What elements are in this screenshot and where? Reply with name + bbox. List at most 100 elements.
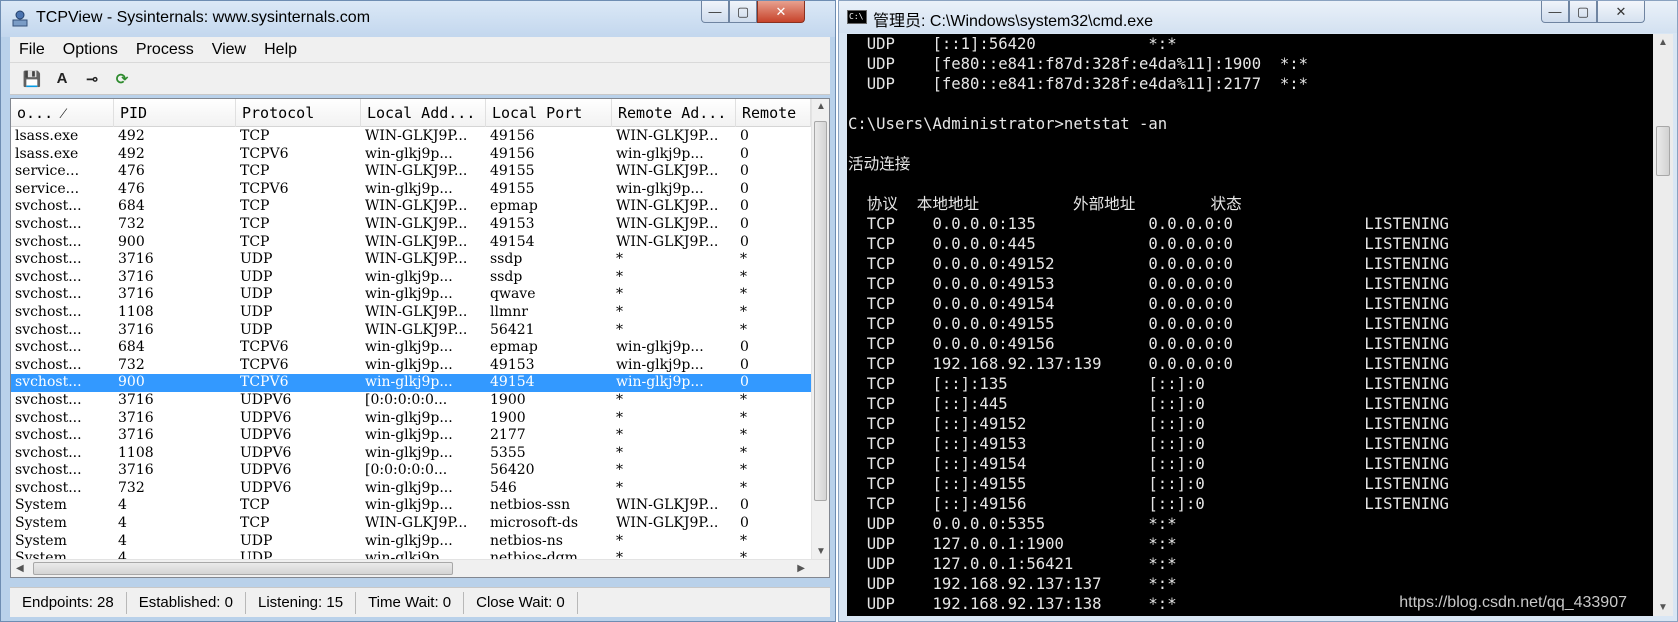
- table-row[interactable]: svchost... 684 TCP WIN-GLKJ9P... epmap WIN-GL…: [11, 198, 811, 216]
- table-cell: svchost...: [15, 462, 82, 479]
- table-cell: win-glkj9p...: [616, 356, 704, 373]
- table-cell: *: [740, 427, 747, 444]
- save-icon[interactable]: 💾: [22, 69, 42, 89]
- table-cell: System: [15, 497, 67, 514]
- status-bar: Endpoints: 28 Established: 0 Listening: …: [10, 587, 830, 617]
- table-cell: svchost...: [15, 444, 82, 461]
- vertical-scrollbar[interactable]: ▲ ▼: [811, 99, 829, 559]
- horizontal-scrollbar[interactable]: ◀ ▶: [11, 559, 829, 577]
- caption-buttons: — ▢ ✕: [1541, 1, 1645, 23]
- table-row[interactable]: svchost... 3716 UDP WIN-GLKJ9P... ssdp * *: [11, 251, 811, 269]
- table-cell: win-glkj9p...: [365, 479, 453, 496]
- table-row[interactable]: svchost... 3716 UDP win-glkj9p... qwave * *: [11, 286, 811, 304]
- table-cell: UDPV6: [240, 462, 292, 479]
- console-line: TCP 192.168.92.137:139 0.0.0.0:0 LISTENI…: [848, 355, 1449, 373]
- font-icon[interactable]: A: [52, 69, 72, 89]
- table-cell: *: [616, 409, 623, 426]
- table-row[interactable]: service... 476 TCP WIN-GLKJ9P... 49155 WIN-GL…: [11, 163, 811, 181]
- scroll-left-icon[interactable]: ◀: [16, 563, 24, 574]
- table-cell: *: [616, 303, 623, 320]
- scroll-down-icon[interactable]: ▼: [1658, 602, 1668, 613]
- table-row[interactable]: System 4 UDP win-glkj9p... netbios-ns * *: [11, 533, 811, 551]
- table-cell: 5355: [490, 444, 526, 461]
- maximize-button[interactable]: ▢: [1569, 1, 1597, 23]
- table-row[interactable]: service... 476 TCPV6 win-glkj9p... 49155 win-…: [11, 181, 811, 199]
- table-cell: 0: [740, 497, 749, 514]
- console-line: UDP 192.168.92.137:137 *:*: [848, 575, 1177, 593]
- table-cell: *: [740, 321, 747, 338]
- console-line: TCP 0.0.0.0:49156 0.0.0.0:0 LISTENING: [848, 335, 1449, 353]
- table-cell: 492: [118, 145, 145, 162]
- table-cell: svchost...: [15, 339, 82, 356]
- table-row[interactable]: lsass.exe 492 TCPV6 win-glkj9p... 49156 win-g…: [11, 146, 811, 164]
- column-process[interactable]: o... ⁄: [11, 99, 114, 127]
- console-output[interactable]: UDP [::1]:56420 *:* UDP [fe80::e841:f87d…: [847, 34, 1653, 616]
- menu-file[interactable]: File: [10, 41, 54, 59]
- horizontal-scroll-thumb[interactable]: [33, 562, 453, 575]
- table-cell: service...: [15, 163, 80, 180]
- column-pid[interactable]: PID: [114, 99, 236, 127]
- console-scrollbar[interactable]: ▲ ▼: [1653, 34, 1673, 616]
- scroll-up-icon[interactable]: ▲: [1658, 37, 1668, 48]
- column-local-address[interactable]: Local Add...: [361, 99, 486, 127]
- table-row[interactable]: svchost... 900 TCP WIN-GLKJ9P... 49154 WIN-GL…: [11, 234, 811, 252]
- table-cell: TCP: [240, 515, 270, 532]
- column-remote-address[interactable]: Remote Ad...: [612, 99, 736, 127]
- minimize-button[interactable]: —: [701, 1, 729, 23]
- table-cell: win-glkj9p...: [365, 356, 453, 373]
- refresh-icon[interactable]: ⟳: [112, 69, 132, 89]
- maximize-button[interactable]: ▢: [729, 1, 757, 23]
- table-cell: UDPV6: [240, 391, 292, 408]
- table-row[interactable]: svchost... 3716 UDPV6 win-glkj9p... 2177 * *: [11, 427, 811, 445]
- vertical-scroll-thumb[interactable]: [814, 121, 827, 501]
- table-row[interactable]: svchost... 1108 UDPV6 win-glkj9p... 5355 * *: [11, 445, 811, 463]
- table-row[interactable]: System 4 TCP WIN-GLKJ9P... microsoft-ds WIN-G…: [11, 515, 811, 533]
- cmd-titlebar[interactable]: C:\ 管理员: C:\Windows\system32\cmd.exe — ▢…: [839, 1, 1677, 33]
- resolve-addresses-icon[interactable]: ⊸: [82, 69, 102, 89]
- table-row[interactable]: svchost... 3716 UDPV6 [0:0:0:0:0... 56420 * *: [11, 462, 811, 480]
- scroll-right-icon[interactable]: ▶: [797, 563, 805, 574]
- table-row[interactable]: System 4 TCP win-glkj9p... netbios-ssn WIN-GL…: [11, 497, 811, 515]
- table-cell: svchost...: [15, 215, 82, 232]
- table-cell: 1108: [118, 444, 154, 461]
- status-close-wait: Close Wait: 0: [464, 591, 578, 614]
- table-cell: 56420: [490, 462, 535, 479]
- table-row[interactable]: svchost... 3716 UDP WIN-GLKJ9P... 56421 * *: [11, 322, 811, 340]
- table-row[interactable]: svchost... 900 TCPV6 win-glkj9p... 49154 win-…: [11, 374, 811, 392]
- console-line: C:\Users\Administrator>netstat -an: [848, 115, 1168, 133]
- console-line: UDP 127.0.0.1:56421 *:*: [848, 555, 1177, 573]
- console-scroll-thumb[interactable]: [1656, 126, 1670, 176]
- console-line: UDP 127.0.0.1:1900 *:*: [848, 535, 1177, 553]
- table-cell: WIN-GLKJ9P...: [365, 321, 468, 338]
- table-row[interactable]: svchost... 1108 UDP WIN-GLKJ9P... llmnr * *: [11, 304, 811, 322]
- table-row[interactable]: svchost... 3716 UDP win-glkj9p... ssdp * *: [11, 269, 811, 287]
- scroll-down-icon[interactable]: ▼: [816, 546, 826, 557]
- column-local-port[interactable]: Local Port: [486, 99, 612, 127]
- table-row[interactable]: svchost... 3716 UDPV6 [0:0:0:0:0... 1900 * *: [11, 392, 811, 410]
- minimize-button[interactable]: —: [1541, 1, 1569, 23]
- menu-options[interactable]: Options: [54, 41, 127, 59]
- table-cell: *: [740, 251, 747, 268]
- close-button[interactable]: ✕: [757, 1, 805, 23]
- table-row[interactable]: svchost... 732 TCPV6 win-glkj9p... 49153 win-…: [11, 357, 811, 375]
- table-cell: 0: [740, 374, 749, 391]
- table-cell: 0: [740, 163, 749, 180]
- menu-process[interactable]: Process: [127, 41, 203, 59]
- table-row[interactable]: lsass.exe 492 TCP WIN-GLKJ9P... 49156 WIN-GLK…: [11, 128, 811, 146]
- table-row[interactable]: svchost... 3716 UDPV6 win-glkj9p... 1900 * *: [11, 410, 811, 428]
- menu-view[interactable]: View: [203, 41, 255, 59]
- scroll-up-icon[interactable]: ▲: [816, 101, 826, 112]
- column-remote-port[interactable]: Remote: [736, 99, 811, 127]
- table-cell: svchost...: [15, 374, 82, 391]
- menu-help[interactable]: Help: [255, 41, 306, 59]
- tcpview-titlebar[interactable]: TCPView - Sysinternals: www.sysinternals…: [1, 1, 835, 37]
- table-cell: *: [616, 268, 623, 285]
- table-cell: 3716: [118, 286, 154, 303]
- table-cell: svchost...: [15, 427, 82, 444]
- table-row[interactable]: svchost... 732 TCP WIN-GLKJ9P... 49153 WIN-GL…: [11, 216, 811, 234]
- close-button[interactable]: ✕: [1597, 1, 1645, 23]
- table-row[interactable]: svchost... 684 TCPV6 win-glkj9p... epmap win-…: [11, 339, 811, 357]
- table-cell: 0: [740, 128, 749, 144]
- table-row[interactable]: svchost... 732 UDPV6 win-glkj9p... 546 * *: [11, 480, 811, 498]
- column-protocol[interactable]: Protocol: [236, 99, 361, 127]
